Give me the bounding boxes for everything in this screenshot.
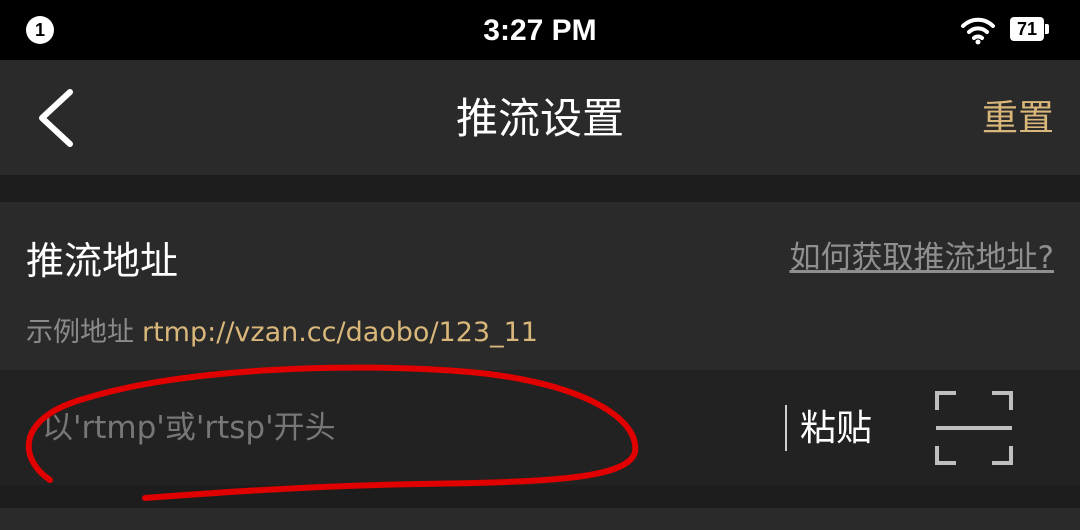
reset-button[interactable]: 重置 <box>982 60 1054 175</box>
page-title: 推流设置 <box>455 94 624 143</box>
scan-icon[interactable] <box>934 390 1014 466</box>
divider <box>785 405 787 451</box>
stream-url-input[interactable] <box>40 395 744 461</box>
paste-button[interactable]: 粘贴 <box>800 370 872 485</box>
status-bar: 1 3:27 PM 71 <box>0 0 1080 60</box>
wifi-icon <box>961 17 995 45</box>
battery-icon: 71 <box>1010 17 1044 41</box>
status-time: 3:27 PM <box>483 14 597 47</box>
help-link[interactable]: 如何获取推流地址? <box>790 232 1054 277</box>
example-label: 示例地址 <box>26 317 134 348</box>
section-title: 推流地址 <box>26 239 179 283</box>
example-url: rtmp://vzan.cc/daobo/123_11 <box>142 317 538 348</box>
navigation-bar: 推流设置 重置 <box>0 60 1080 175</box>
stream-url-input-row: 粘贴 <box>0 370 1080 485</box>
bottom-panel <box>0 508 1080 530</box>
stream-address-section: 推流地址 如何获取推流地址? 示例地址 rtmp://vzan.cc/daobo/… <box>0 202 1080 370</box>
battery-tip <box>1045 24 1049 34</box>
example-address: 示例地址 rtmp://vzan.cc/daobo/123_11 <box>26 310 538 349</box>
